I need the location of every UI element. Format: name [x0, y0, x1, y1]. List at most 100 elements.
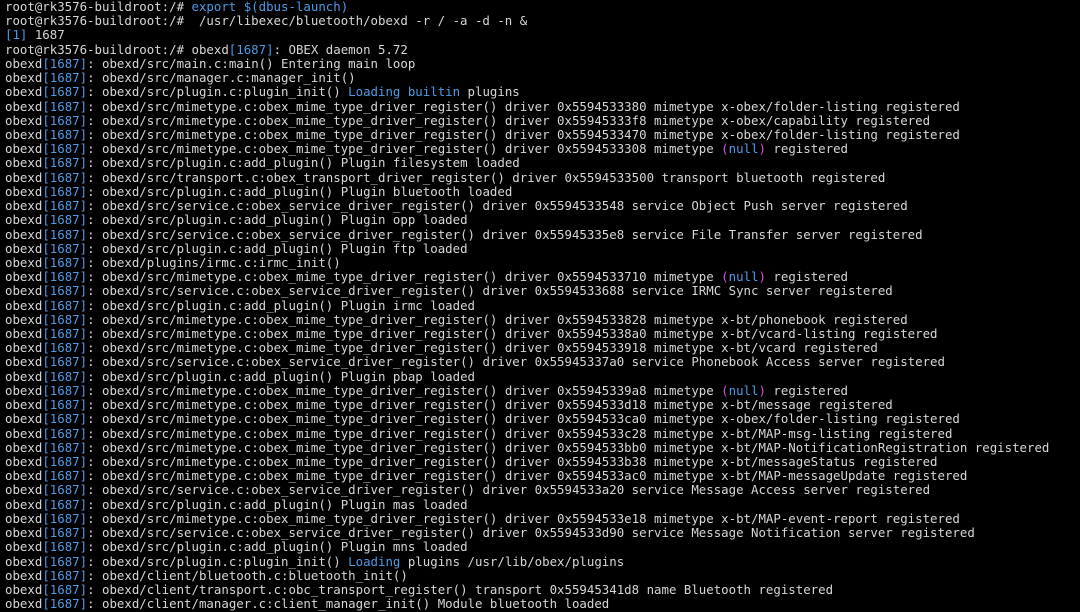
output-text: : obexd/src/service.c:obex_service_drive… — [87, 526, 975, 541]
highlighted-text: ( — [721, 142, 729, 157]
output-text: obexd — [5, 511, 43, 526]
output-text: : obexd/src/transport.c:obex_transport_d… — [87, 170, 886, 185]
terminal-line: obexd[1687]: obexd/src/main.c:main() Ent… — [5, 57, 1080, 71]
highlighted-text: [1687] — [42, 483, 88, 498]
highlighted-text: [1687] — [42, 56, 88, 71]
highlighted-text: [1687] — [42, 355, 88, 370]
terminal-line: obexd[1687]: obexd/src/plugin.c:add_plug… — [5, 156, 1080, 170]
output-text: obexd — [5, 127, 43, 142]
output-text: : obexd/plugins/irmc.c:irmc_init() — [87, 255, 341, 270]
highlighted-text: [1687] — [42, 99, 88, 114]
output-text: obexd — [5, 184, 43, 199]
output-text: plugins — [460, 85, 520, 100]
terminal-line: obexd[1687]: obexd/src/plugin.c:plugin_i… — [5, 555, 1080, 569]
highlighted-text: Loading — [348, 554, 401, 569]
highlighted-text: [1687] — [42, 127, 88, 142]
terminal-output[interactable]: root@rk3576-buildroot:/# export $(dbus-l… — [0, 0, 1080, 612]
highlighted-text: [1687] — [42, 142, 88, 157]
output-text: : obexd/src/service.c:obex_service_drive… — [87, 227, 923, 242]
output-text: obexd — [5, 355, 43, 370]
highlighted-text: [1687] — [42, 227, 88, 242]
terminal-line: obexd[1687]: obexd/src/mimetype.c:obex_m… — [5, 469, 1080, 483]
output-text: : obexd/src/plugin.c:add_plugin() Plugin… — [87, 497, 468, 512]
highlighted-text: [1687] — [42, 284, 88, 299]
highlighted-text: ) — [758, 270, 766, 285]
output-text: obexd — [5, 426, 43, 441]
highlighted-text: null — [728, 142, 759, 157]
output-text: obexd — [5, 255, 43, 270]
output-text: : obexd/src/plugin.c:add_plugin() Plugin… — [87, 369, 475, 384]
output-text: obexd — [5, 440, 43, 455]
output-text: : obexd/src/mimetype.c:obex_mime_type_dr… — [87, 383, 722, 398]
output-text: obexd — [5, 298, 43, 313]
output-text: : obexd/client/manager.c:client_manager_… — [87, 597, 610, 612]
highlighted-text: [1687] — [42, 398, 88, 413]
output-text: 1687 — [27, 28, 65, 43]
output-text: obexd — [5, 56, 43, 71]
terminal-line: obexd[1687]: obexd/src/service.c:obex_se… — [5, 284, 1080, 298]
output-text: : obexd/src/service.c:obex_service_drive… — [87, 284, 893, 299]
terminal-line: obexd[1687]: obexd/src/mimetype.c:obex_m… — [5, 341, 1080, 355]
terminal-line: obexd[1687]: obexd/src/mimetype.c:obex_m… — [5, 427, 1080, 441]
output-text: : obexd/src/plugin.c:plugin_init() — [87, 554, 349, 569]
output-text: obexd — [5, 113, 43, 128]
terminal-line: obexd[1687]: obexd/src/plugin.c:add_plug… — [5, 213, 1080, 227]
terminal-line: obexd[1687]: obexd/src/mimetype.c:obex_m… — [5, 142, 1080, 156]
output-text: : obexd/src/mimetype.c:obex_mime_type_dr… — [87, 142, 722, 157]
output-text: : obexd/src/service.c:obex_service_drive… — [87, 355, 945, 370]
terminal-line: obexd[1687]: obexd/src/plugin.c:add_plug… — [5, 370, 1080, 384]
output-text: obexd — [5, 455, 43, 469]
terminal-line: obexd[1687]: obexd/src/mimetype.c:obex_m… — [5, 455, 1080, 469]
output-text: root@rk3576-buildroot:/# obexd — [5, 42, 229, 57]
output-text: : obexd/src/mimetype.c:obex_mime_type_dr… — [87, 455, 938, 469]
output-text: obexd — [5, 312, 43, 327]
terminal-line: obexd[1687]: obexd/src/plugin.c:add_plug… — [5, 242, 1080, 256]
output-text: : obexd/src/manager.c:manager_init() — [87, 71, 356, 86]
terminal-line: obexd[1687]: obexd/src/plugin.c:add_plug… — [5, 540, 1080, 554]
output-text: : obexd/src/mimetype.c:obex_mime_type_dr… — [87, 440, 1050, 455]
terminal-line: obexd[1687]: obexd/src/mimetype.c:obex_m… — [5, 441, 1080, 455]
terminal-line: obexd[1687]: obexd/src/mimetype.c:obex_m… — [5, 128, 1080, 142]
output-text: obexd — [5, 412, 43, 427]
output-text: : obexd/src/service.c:obex_service_drive… — [87, 199, 908, 214]
output-text: : obexd/src/mimetype.c:obex_mime_type_dr… — [87, 398, 893, 413]
highlighted-text: ) — [758, 142, 766, 157]
highlighted-text: [1687] — [42, 412, 88, 427]
output-text: : obexd/src/service.c:obex_service_drive… — [87, 483, 931, 498]
output-text: obexd — [5, 383, 43, 398]
output-text: : obexd/src/plugin.c:plugin_init() — [87, 85, 349, 100]
highlighted-text: [1687] — [42, 184, 88, 199]
terminal-line: root@rk3576-buildroot:/# obexd[1687]: OB… — [5, 43, 1080, 57]
output-text: obexd — [5, 99, 43, 114]
output-text: : obexd/src/mimetype.c:obex_mime_type_dr… — [87, 99, 960, 114]
highlighted-text: [1687] — [42, 426, 88, 441]
output-text: registered — [765, 383, 849, 398]
terminal-line: obexd[1687]: obexd/src/service.c:obex_se… — [5, 483, 1080, 497]
highlighted-text: [1687] — [42, 568, 88, 583]
output-text: obexd — [5, 142, 43, 157]
terminal-line: obexd[1687]: obexd/src/mimetype.c:obex_m… — [5, 100, 1080, 114]
output-text: obexd — [5, 469, 43, 484]
highlighted-text: [1687] — [42, 113, 88, 128]
highlighted-text: [1] — [5, 28, 28, 43]
terminal-line: obexd[1687]: obexd/src/service.c:obex_se… — [5, 228, 1080, 242]
output-text: : obexd/client/bluetooth.c:bluetooth_ini… — [87, 568, 408, 583]
output-text: obexd — [5, 71, 43, 86]
highlighted-text: [1687] — [42, 156, 88, 171]
output-text: obexd — [5, 241, 43, 256]
output-text: obexd — [5, 526, 43, 541]
terminal-line: obexd[1687]: obexd/src/plugin.c:add_plug… — [5, 185, 1080, 199]
highlighted-text: [1687] — [42, 213, 88, 228]
output-text: : obexd/src/mimetype.c:obex_mime_type_dr… — [87, 511, 960, 526]
highlighted-text: [1687] — [42, 170, 88, 185]
output-text: : obexd/src/mimetype.c:obex_mime_type_dr… — [87, 113, 931, 128]
output-text: registered — [765, 270, 849, 285]
terminal-line: obexd[1687]: obexd/client/manager.c:clie… — [5, 597, 1080, 611]
highlighted-text: [1687] — [42, 469, 88, 484]
output-text: : obexd/client/transport.c:obc_transport… — [87, 582, 834, 597]
highlighted-text: [1687] — [42, 383, 88, 398]
terminal-line: obexd[1687]: obexd/src/plugin.c:add_plug… — [5, 498, 1080, 512]
terminal-line: obexd[1687]: obexd/src/service.c:obex_se… — [5, 199, 1080, 213]
terminal-line: obexd[1687]: obexd/src/mimetype.c:obex_m… — [5, 398, 1080, 412]
terminal-line: obexd[1687]: obexd/src/plugin.c:plugin_i… — [5, 85, 1080, 99]
